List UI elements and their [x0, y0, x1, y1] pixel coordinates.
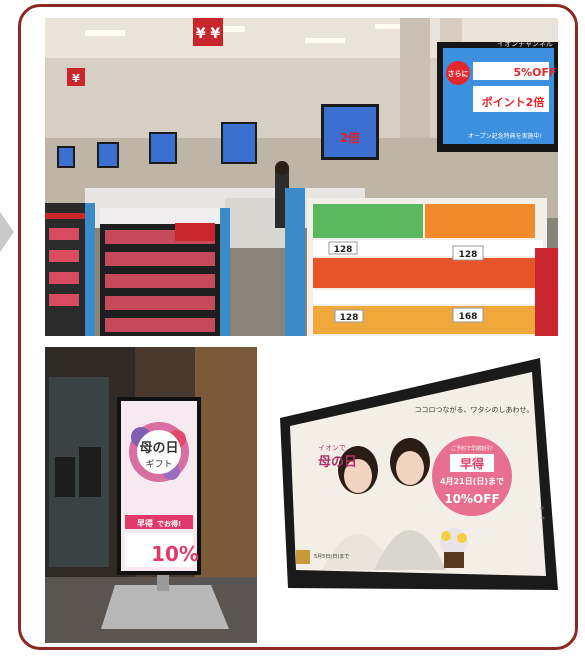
svg-text:2倍: 2倍: [340, 130, 360, 145]
vertical-signage-screen: 母の日 ギフト 早得 でお得! 10%: [117, 397, 201, 575]
svg-text:10%: 10%: [151, 542, 199, 566]
juice-shelf: 128 128 128 168: [285, 188, 558, 336]
svg-text:ココロつながる、ワタシのしあわせ。: ココロつながる、ワタシのしあわせ。: [415, 405, 534, 414]
svg-text:ご予約で早期割引!: ご予約で早期割引!: [451, 445, 493, 452]
svg-text:ギフト: ギフト: [145, 459, 172, 470]
checkout-area-photo: ¥ ¥ ¥ 2倍 イオンチャンネル さらに 5%OFF ポイント2倍 オープン記…: [45, 18, 558, 336]
svg-text:¥ ¥: ¥ ¥: [196, 26, 221, 42]
svg-text:母の日: 母の日: [139, 441, 178, 456]
svg-text:¥: ¥: [72, 72, 80, 85]
svg-text:5月5日(日)まで: 5月5日(日)まで: [314, 554, 349, 560]
svg-text:ポイント2倍: ポイント2倍: [482, 95, 545, 109]
svg-text:イオンで: イオンで: [318, 444, 346, 452]
wall-monitor: イオンチャンネル さらに 5%OFF ポイント2倍 オープン記念特典を実施中!: [437, 40, 558, 152]
svg-text:128: 128: [334, 245, 353, 255]
svg-text:168: 168: [459, 312, 478, 322]
svg-text:早得: 早得: [137, 518, 153, 528]
svg-text:128: 128: [340, 313, 359, 323]
svg-text:オープン記念特典を実施中!: オープン記念特典を実施中!: [468, 132, 542, 140]
svg-text:10%OFF: 10%OFF: [444, 492, 499, 506]
svg-text:早得: 早得: [460, 456, 484, 471]
yen-sign-banner: ¥ ¥: [193, 18, 223, 46]
svg-text:でお得!: でお得!: [157, 519, 181, 528]
svg-text:128: 128: [459, 250, 478, 260]
svg-text:5%OFF: 5%OFF: [513, 66, 556, 79]
svg-text:イオンチャンネル: イオンチャンネル: [497, 40, 553, 48]
left-pointer-arrow: [0, 212, 14, 252]
vertical-signage-photo: 母の日 ギフト 早得 でお得! 10%: [45, 347, 257, 643]
svg-text:4月21日(日)まで: 4月21日(日)まで: [440, 477, 504, 486]
svg-text:さらに: さらに: [448, 69, 469, 78]
svg-text:母の日: 母の日: [318, 455, 357, 470]
monitor-photo: ココロつながる、ワタシのしあわせ。 イオンで 母の日 ご予約で早期割引! 早得 …: [278, 358, 558, 604]
